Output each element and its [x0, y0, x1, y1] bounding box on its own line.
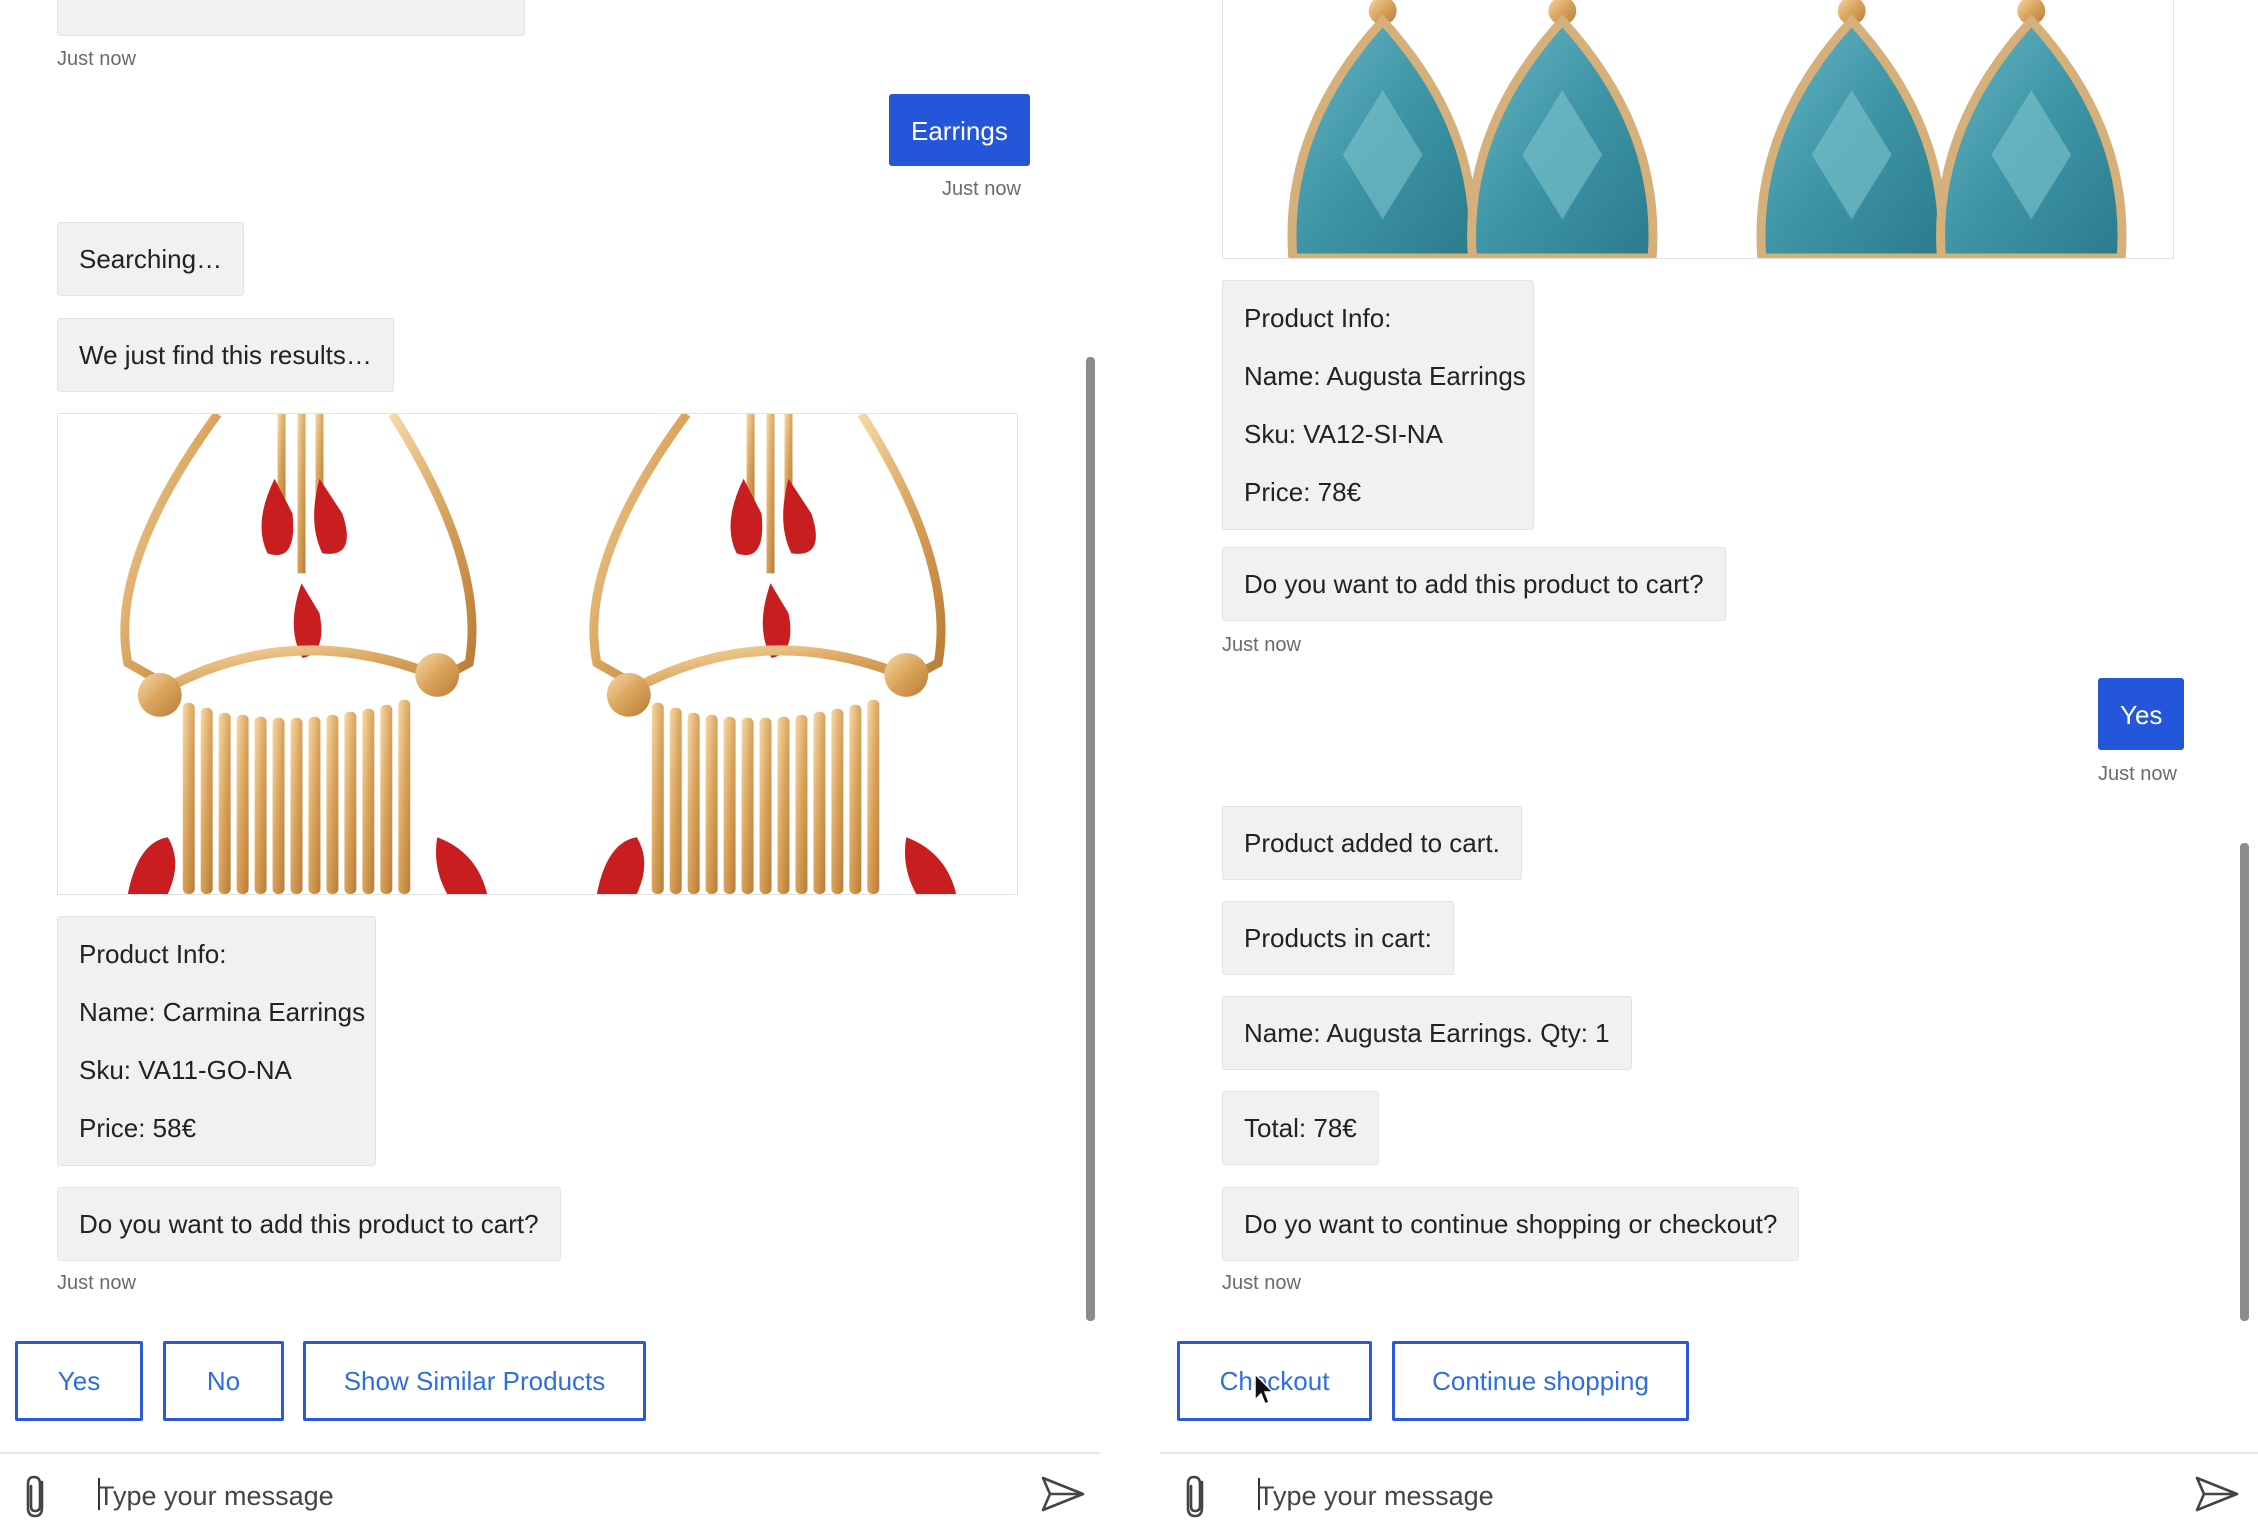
bot-message-bubble: Name: Augusta Earrings. Qty: 1: [1222, 996, 1632, 1070]
message-timestamp: Just now: [2098, 763, 2177, 785]
partial-bot-bubble: [57, 0, 525, 36]
message-timestamp: Just now: [1222, 634, 1301, 656]
message-composer: [0, 1452, 1100, 1536]
bot-message-bubble: Product added to cart.: [1222, 806, 1522, 880]
bot-message-bubble: Total: 78€: [1222, 1091, 1379, 1165]
product-price: Price: 58€: [79, 1113, 197, 1143]
send-icon[interactable]: [1040, 1474, 1086, 1514]
bot-message-bubble: Do you want to add this product to cart?: [1222, 547, 1726, 621]
quick-reply-yes[interactable]: Yes: [15, 1341, 143, 1421]
chat-scrollbar[interactable]: [1086, 357, 1095, 1321]
user-message-bubble: Yes: [2098, 678, 2185, 750]
mouse-pointer-icon: [1254, 1372, 1275, 1406]
bot-message-bubble: Searching…: [57, 222, 245, 296]
message-input[interactable]: [1256, 1468, 2156, 1524]
chat-scrollbar[interactable]: [2240, 843, 2249, 1321]
product-sku: Sku: VA12-SI-NA: [1244, 419, 1443, 449]
quick-reply-continue-shopping[interactable]: Continue shopping: [1392, 1341, 1689, 1421]
bot-message-bubble: Do you want to add this product to cart?: [57, 1187, 561, 1261]
product-sku: Sku: VA11-GO-NA: [79, 1055, 292, 1085]
bot-message-bubble: Products in cart:: [1222, 901, 1454, 975]
earring-illustration: [120, 414, 1017, 894]
user-message-bubble: Earrings: [889, 94, 1030, 166]
product-price: Price: 78€: [1244, 477, 1362, 507]
chat-pane-right: Product Info: Name: Augusta Earrings Sku…: [1160, 0, 2258, 1536]
send-icon[interactable]: [2194, 1474, 2240, 1514]
earring-illustration: [1287, 0, 2173, 258]
quick-reply-no[interactable]: No: [163, 1341, 284, 1421]
message-timestamp: Just now: [57, 1272, 136, 1294]
product-name: Name: Augusta Earrings: [1244, 361, 1526, 391]
paperclip-icon[interactable]: [1182, 1474, 1212, 1520]
product-info-heading: Product Info:: [1244, 303, 1392, 333]
product-info-heading: Product Info:: [79, 939, 227, 969]
product-info-card: Product Info: Name: Augusta Earrings Sku…: [1222, 280, 1534, 530]
chat-pane-left: Just now Earrings Just now Searching… We…: [0, 0, 1100, 1536]
product-info-card: Product Info: Name: Carmina Earrings Sku…: [57, 916, 376, 1166]
product-image-carmina[interactable]: [57, 413, 1018, 895]
message-input[interactable]: [96, 1468, 996, 1524]
quick-reply-show-similar[interactable]: Show Similar Products: [303, 1341, 646, 1421]
bot-message-bubble: Do yo want to continue shopping or check…: [1222, 1187, 1800, 1261]
paperclip-icon[interactable]: [22, 1474, 52, 1520]
message-timestamp: Just now: [57, 48, 136, 70]
message-timestamp: Just now: [942, 178, 1021, 200]
product-name: Name: Carmina Earrings: [79, 997, 366, 1027]
bot-message-bubble: We just find this results…: [57, 318, 394, 392]
message-timestamp: Just now: [1222, 1272, 1301, 1294]
message-composer: [1160, 1452, 2258, 1536]
product-image-augusta[interactable]: [1222, 0, 2174, 259]
